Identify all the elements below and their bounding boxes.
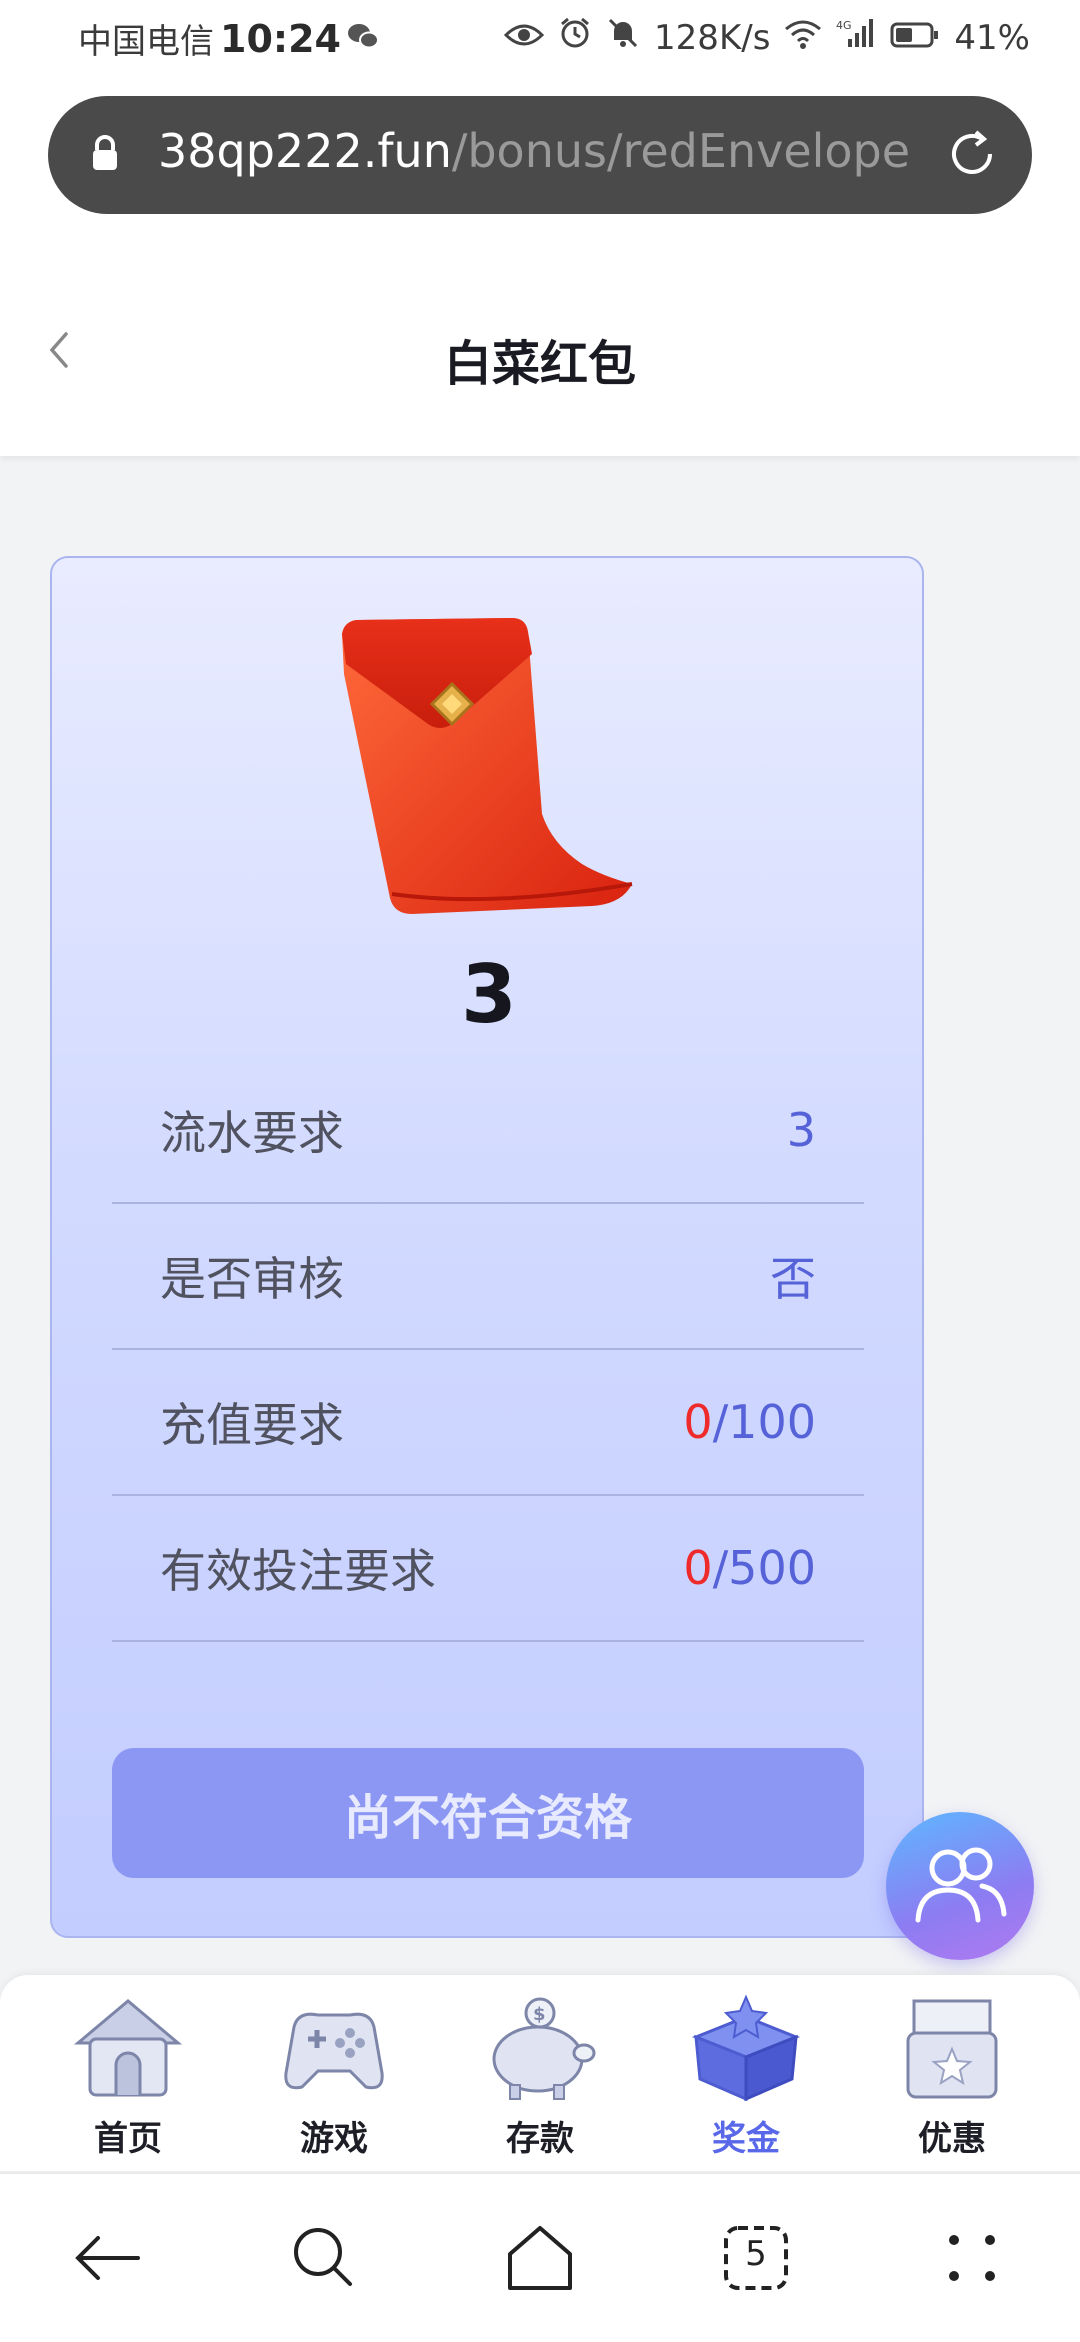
lock-icon [90, 134, 120, 178]
row-value: 3 [786, 1103, 816, 1157]
tab-label: 奖金 [712, 2119, 780, 2159]
row-label: 充值要求 [160, 1398, 344, 1452]
address-bar[interactable]: 38qp222.fun/bonus/redEnvelope [48, 96, 1032, 214]
nav-search-icon[interactable] [284, 2218, 364, 2298]
row-label: 是否审核 [160, 1252, 344, 1306]
requirement-row-turnover: 流水要求 3 [112, 1058, 864, 1204]
coupon-icon [892, 1993, 1012, 2103]
not-eligible-button[interactable]: 尚不符合资格 [112, 1748, 864, 1878]
tab-promotions[interactable]: 优惠 [882, 1993, 1022, 2163]
target-value: /100 [712, 1395, 816, 1449]
tab-label: 优惠 [918, 2119, 986, 2159]
current-value: 0 [683, 1541, 713, 1595]
red-envelope-icon [332, 614, 642, 934]
url-text[interactable]: 38qp222.fun/bonus/redEnvelope [158, 124, 910, 178]
page-header: 白菜红包 [0, 230, 1080, 456]
url-domain: 38qp222.fun [158, 124, 452, 178]
mute-bell-icon [606, 16, 640, 59]
users-icon [910, 1838, 1010, 1938]
gamepad-icon [274, 1993, 394, 2103]
requirement-row-deposit: 充值要求 0/100 [112, 1350, 864, 1496]
wifi-icon [784, 18, 822, 58]
url-path: /bonus/redEnvelope [451, 124, 911, 178]
alarm-icon [558, 16, 592, 59]
row-label: 有效投注要求 [160, 1544, 436, 1598]
reload-icon[interactable] [942, 124, 1002, 184]
target-value: /500 [712, 1541, 816, 1595]
browser-toolbar: 38qp222.fun/bonus/redEnvelope [0, 80, 1080, 230]
tab-deposit[interactable]: $ 存款 [470, 1993, 610, 2163]
community-fab[interactable] [886, 1812, 1034, 1960]
battery-icon [890, 18, 940, 58]
tab-label: 首页 [94, 2119, 162, 2159]
wechat-icon [347, 19, 379, 59]
row-value: 0/100 [683, 1395, 816, 1449]
requirement-row-valid-bet: 有效投注要求 0/500 [112, 1496, 864, 1642]
system-nav-bar: 5 [0, 2172, 1080, 2342]
piggy-bank-icon: $ [480, 1993, 600, 2103]
status-right: 128K/s 4G 41% [503, 16, 1030, 59]
tab-count: 5 [745, 2234, 767, 2274]
requirements-list: 流水要求 3 是否审核 否 充值要求 0/100 有效投注要求 0/500 [112, 1058, 864, 1642]
red-envelope-card: 3 流水要求 3 是否审核 否 充值要求 0/100 有效投注要求 0/500 … [50, 556, 924, 1938]
tab-home[interactable]: 首页 [58, 1993, 198, 2163]
bonus-amount: 3 [461, 948, 517, 1041]
status-bar: 中国电信 10:24 128K/s 4G 41% [0, 0, 1080, 80]
nav-back-arrow-icon[interactable] [68, 2218, 148, 2298]
svg-text:$: $ [533, 2004, 546, 2025]
status-left: 中国电信 10:24 [78, 14, 379, 63]
house-icon [68, 1993, 188, 2103]
page-title: 白菜红包 [443, 336, 636, 392]
nav-tabs-icon[interactable]: 5 [716, 2218, 796, 2298]
net-speed: 128K/s [654, 17, 771, 58]
tab-bonus[interactable]: 奖金 [676, 1993, 816, 2163]
nav-home-icon[interactable] [500, 2218, 580, 2298]
current-value: 0 [683, 1395, 713, 1449]
signal-4g-icon: 4G [836, 17, 876, 58]
clock: 10:24 [220, 16, 341, 61]
tab-label: 游戏 [300, 2119, 368, 2159]
row-label: 流水要求 [160, 1106, 344, 1160]
row-value: 否 [770, 1252, 816, 1306]
tab-games[interactable]: 游戏 [264, 1993, 404, 2163]
row-value: 0/500 [683, 1541, 816, 1595]
requirement-row-review: 是否审核 否 [112, 1204, 864, 1350]
carrier-label: 中国电信 [78, 22, 214, 62]
svg-text:4G: 4G [836, 19, 852, 32]
eye-icon [503, 18, 545, 58]
bottom-tab-bar: 首页 游戏 $ 存款 奖金 优惠 [0, 1975, 1080, 2171]
battery-percent: 41% [954, 17, 1030, 58]
nav-more-icon[interactable] [932, 2218, 1012, 2298]
tab-label: 存款 [506, 2119, 574, 2159]
gift-box-icon [686, 1993, 806, 2103]
